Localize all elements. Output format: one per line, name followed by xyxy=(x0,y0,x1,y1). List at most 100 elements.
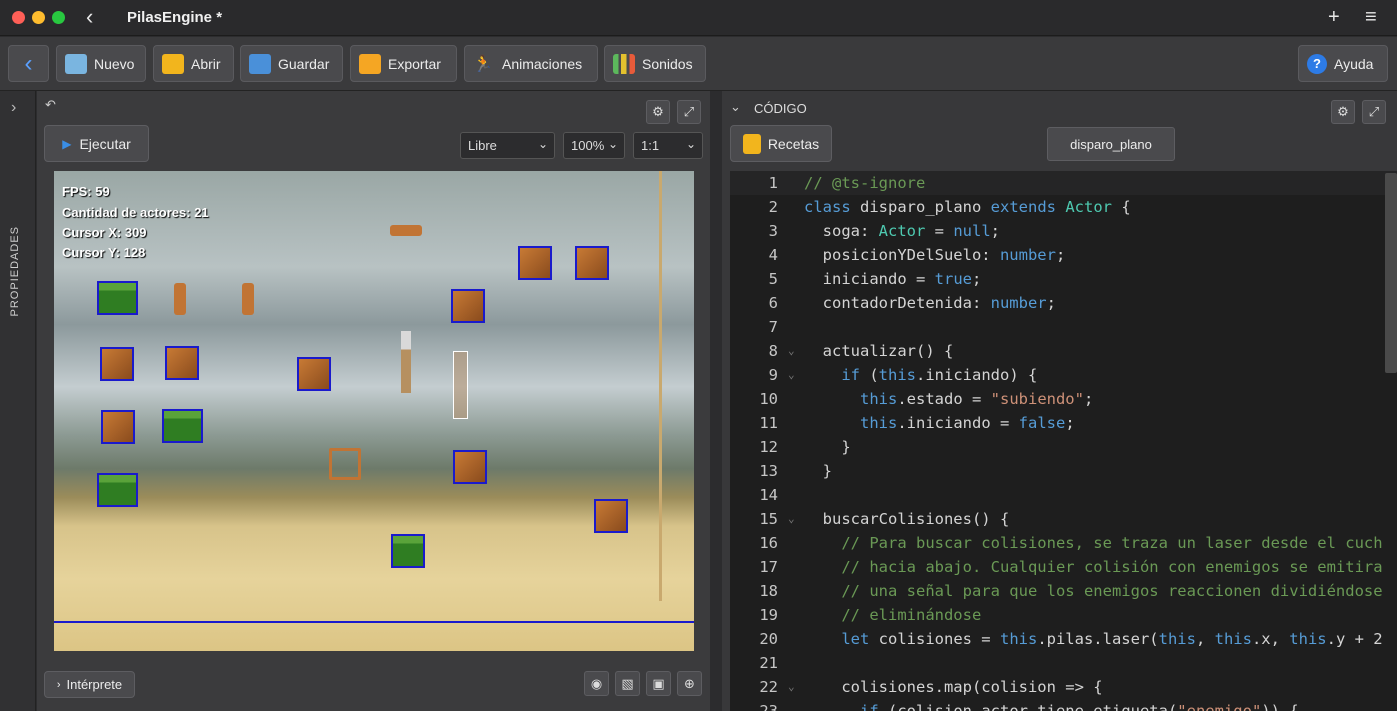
undo-icon[interactable]: ↶ xyxy=(45,97,56,113)
code-line[interactable]: 14 xyxy=(730,483,1397,507)
code-line[interactable]: 17 // hacia abajo. Cualquier colisión co… xyxy=(730,555,1397,579)
code-line[interactable]: 9 ⌄ if (this.iniciando) { xyxy=(730,363,1397,387)
main-toolbar: ‹ Nuevo Abrir Guardar Exportar 🏃 Animaci… xyxy=(0,37,1397,91)
scene-settings-button[interactable]: ⚙ xyxy=(646,100,670,124)
line-number: 18 xyxy=(759,582,778,600)
wood-actor[interactable] xyxy=(100,347,134,381)
grass-actor[interactable] xyxy=(97,473,138,507)
code-line[interactable]: 22 ⌄ colisiones.map(colision => { xyxy=(730,675,1397,699)
file-tab-label: disparo_plano xyxy=(1070,136,1152,152)
code-line[interactable]: 13 } xyxy=(730,459,1397,483)
code-line[interactable]: 10 this.estado = "subiendo"; xyxy=(730,387,1397,411)
wood-actor[interactable] xyxy=(297,357,331,391)
animaciones-button[interactable]: 🏃 Animaciones xyxy=(464,45,598,82)
sonidos-button[interactable]: Sonidos xyxy=(604,45,706,82)
mode-select[interactable]: Libre ⌄ xyxy=(460,132,555,159)
wood-actor[interactable] xyxy=(165,346,199,380)
code-line[interactable]: 16 // Para buscar colisiones, se traza u… xyxy=(730,531,1397,555)
ejecutar-button[interactable]: ▶ Ejecutar xyxy=(44,125,149,162)
nuevo-label: Nuevo xyxy=(94,55,135,72)
close-window-button[interactable] xyxy=(12,11,25,24)
menu-icon[interactable]: ≡ xyxy=(1365,6,1377,28)
chevron-down-icon[interactable]: ⌄ xyxy=(730,99,741,115)
selected-actor[interactable] xyxy=(453,351,468,419)
zoom-value: 100% xyxy=(571,138,605,153)
code-line[interactable]: 5 iniciando = true; xyxy=(730,267,1397,291)
cursor-x-stat: Cursor X: 309 xyxy=(62,225,147,240)
scrollbar[interactable] xyxy=(1385,173,1397,373)
crosshair-icon: ⊕ xyxy=(684,675,695,691)
ratio-select[interactable]: 1:1 ⌄ xyxy=(633,132,703,159)
abrir-label: Abrir xyxy=(191,55,221,72)
grass-actor[interactable] xyxy=(97,281,138,315)
code-line[interactable]: 4 posicionYDelSuelo: number; xyxy=(730,243,1397,267)
code-line[interactable]: 15 ⌄ buscarColisiones() { xyxy=(730,507,1397,531)
code-line[interactable]: 18 // una señal para que los enemigos re… xyxy=(730,579,1397,603)
fold-chevron-icon[interactable]: ⌄ xyxy=(788,699,795,711)
code-editor[interactable]: 1 // @ts-ignore 2 class disparo_plano exten… xyxy=(730,171,1397,711)
ayuda-button[interactable]: ? Ayuda xyxy=(1298,45,1388,82)
code-line[interactable]: 6 contadorDetenida: number; xyxy=(730,291,1397,315)
add-icon[interactable]: + xyxy=(1328,6,1340,28)
hook-actor[interactable] xyxy=(401,331,411,393)
chart-button[interactable]: ▧ xyxy=(615,671,640,696)
code-line[interactable]: 1 // @ts-ignore xyxy=(730,171,1397,195)
exportar-button[interactable]: Exportar xyxy=(350,45,457,82)
code-text: } xyxy=(804,462,832,480)
code-settings-button[interactable]: ⚙ xyxy=(1331,100,1355,124)
recetas-button[interactable]: Recetas xyxy=(730,125,832,162)
scene-fullscreen-button[interactable]: ⤢ xyxy=(677,100,701,124)
code-panel: ⌄ CÓDIGO ⚙ ⤢ Recetas disparo_plano 1 // @… xyxy=(722,91,1397,711)
target-button[interactable]: ⊕ xyxy=(677,671,702,696)
code-line[interactable]: 20 let colisiones = this.pilas.laser(thi… xyxy=(730,627,1397,651)
wood-actor[interactable] xyxy=(451,289,485,323)
grass-actor[interactable] xyxy=(162,409,203,443)
code-line[interactable]: 21 xyxy=(730,651,1397,675)
code-line[interactable]: 2 class disparo_plano extends Actor { xyxy=(730,195,1397,219)
ratio-value: 1:1 xyxy=(641,138,660,153)
code-line[interactable]: 7 xyxy=(730,315,1397,339)
file-tab[interactable]: disparo_plano xyxy=(1047,127,1175,161)
code-line[interactable]: 8 ⌄ actualizar() { xyxy=(730,339,1397,363)
fold-chevron-icon[interactable]: ⌄ xyxy=(788,339,795,363)
line-number: 23 xyxy=(759,702,778,711)
line-number: 8 xyxy=(768,342,778,360)
panel-divider[interactable] xyxy=(710,91,722,711)
chevron-right-icon[interactable]: › xyxy=(11,99,16,117)
wood-actor[interactable] xyxy=(594,499,628,533)
image-button[interactable]: ▣ xyxy=(646,671,671,696)
wood-actor[interactable] xyxy=(575,246,609,280)
guardar-button[interactable]: Guardar xyxy=(240,45,343,82)
code-fullscreen-button[interactable]: ⤢ xyxy=(1362,100,1386,124)
interprete-button[interactable]: › Intérprete xyxy=(44,671,135,698)
expand-icon: ⤢ xyxy=(683,104,695,119)
code-line[interactable]: 19 // eliminándose xyxy=(730,603,1397,627)
code-line[interactable]: 12 } xyxy=(730,435,1397,459)
game-canvas[interactable]: FPS: 59 Cantidad de actores: 21 Cursor X… xyxy=(54,171,694,651)
code-text: // @ts-ignore xyxy=(804,174,926,192)
back-arrow-icon[interactable]: ‹ xyxy=(86,6,93,28)
code-line[interactable]: 23 ⌄ if (colision.actor.tiene_etiqueta("e… xyxy=(730,699,1397,711)
back-button[interactable]: ‹ xyxy=(8,45,49,82)
fold-chevron-icon[interactable]: ⌄ xyxy=(788,363,795,387)
ladder-actor[interactable] xyxy=(329,448,361,480)
propiedades-tab[interactable]: PROPIEDADES xyxy=(9,226,21,316)
nuevo-button[interactable]: Nuevo xyxy=(56,45,146,82)
wood-piece xyxy=(242,283,254,315)
chevron-left-icon: ‹ xyxy=(24,49,33,77)
wood-actor[interactable] xyxy=(101,410,135,444)
minimize-window-button[interactable] xyxy=(32,11,45,24)
grass-actor[interactable] xyxy=(391,534,425,568)
zoom-select[interactable]: 100% ⌄ xyxy=(563,132,625,159)
abrir-button[interactable]: Abrir xyxy=(153,45,234,82)
wood-actor[interactable] xyxy=(453,450,487,484)
code-line[interactable]: 3 soga: Actor = null; xyxy=(730,219,1397,243)
fold-chevron-icon[interactable]: ⌄ xyxy=(788,507,795,531)
globe-button[interactable]: ◉ xyxy=(584,671,609,696)
maximize-window-button[interactable] xyxy=(52,11,65,24)
fold-chevron-icon[interactable]: ⌄ xyxy=(788,675,795,699)
properties-strip[interactable]: › PROPIEDADES xyxy=(0,91,36,711)
code-line[interactable]: 11 this.iniciando = false; xyxy=(730,411,1397,435)
wood-actor[interactable] xyxy=(518,246,552,280)
play-icon: ▶ xyxy=(62,136,72,151)
